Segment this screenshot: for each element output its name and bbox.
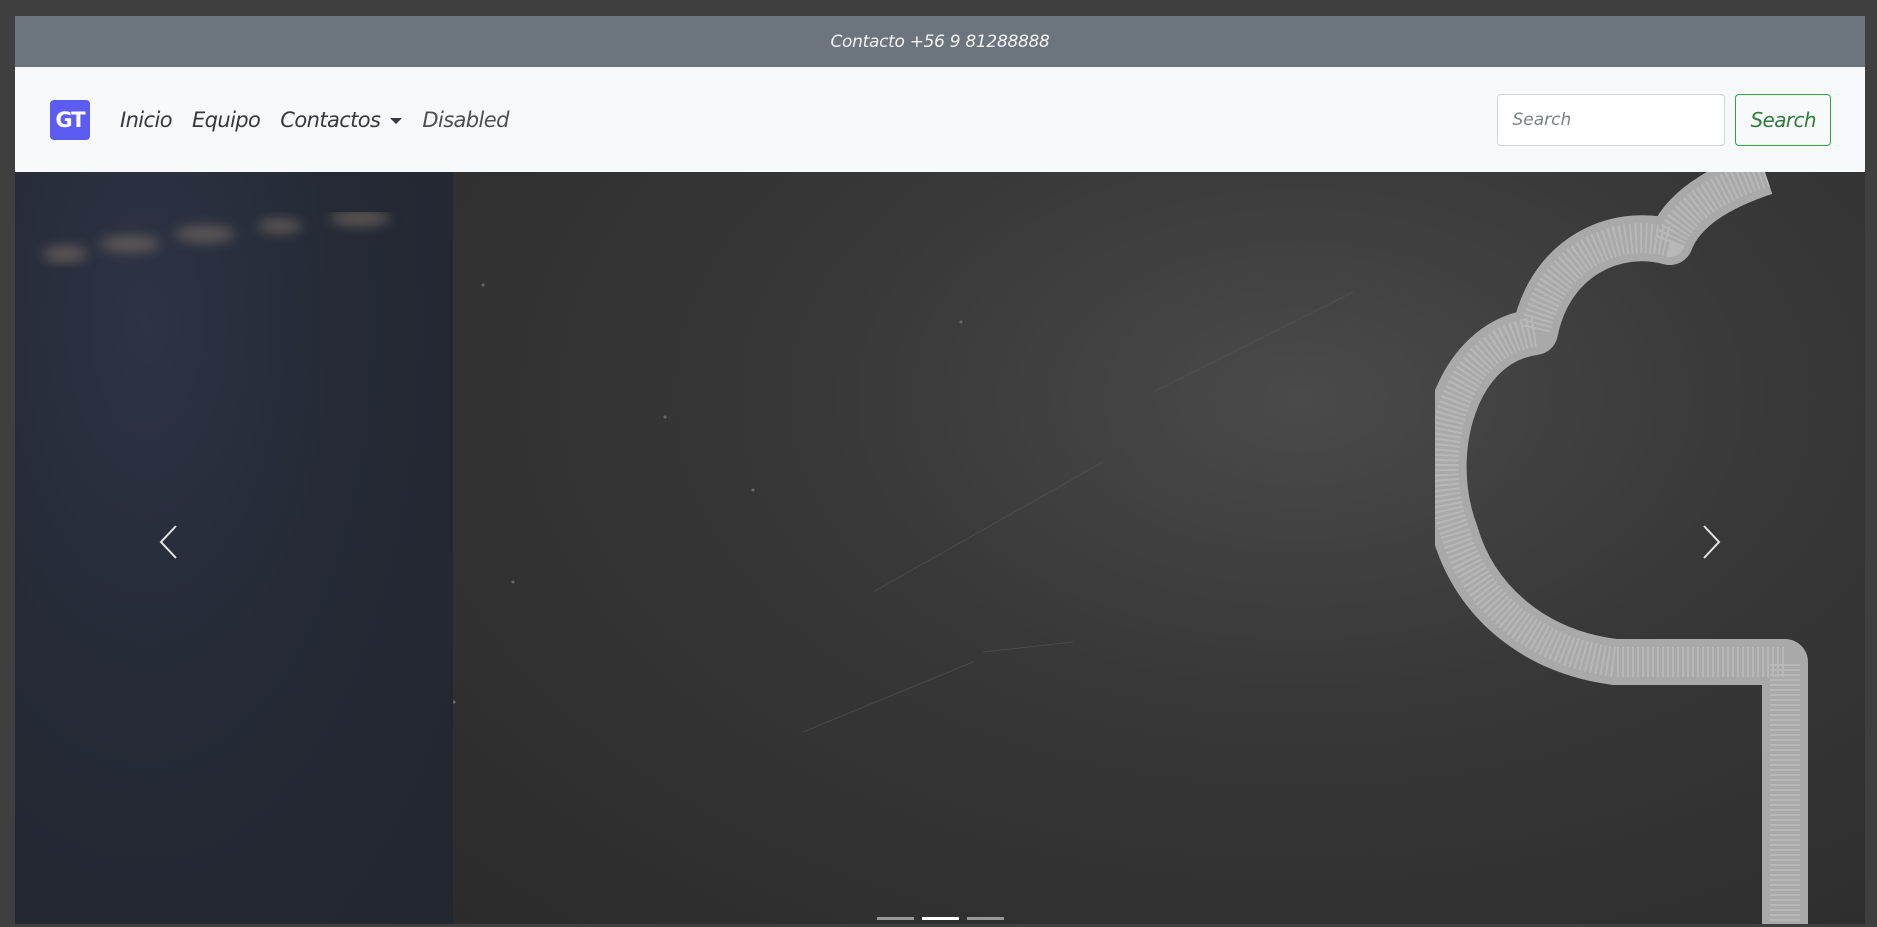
nav-link-equipo[interactable]: Equipo: [191, 107, 261, 132]
nav-link-inicio[interactable]: Inicio: [120, 107, 173, 132]
chevron-right-icon: [1703, 525, 1721, 559]
carousel-indicators: [15, 917, 1865, 920]
contact-bar: Contacto +56 9 81288888: [15, 16, 1865, 67]
browser-viewport: Contacto +56 9 81288888 GT Inicio Equipo…: [15, 16, 1865, 924]
nav-link-label: Equipo: [191, 107, 261, 132]
contact-text: Contacto +56 9 81288888: [830, 31, 1050, 52]
nav-dropdown-contactos[interactable]: Contactos: [280, 107, 403, 132]
search-button[interactable]: Search: [1735, 93, 1831, 146]
light-streak-graphic: [43, 212, 390, 262]
active-slide-image: [453, 172, 1865, 924]
previous-slide-image: [15, 172, 453, 924]
nav-link-disabled: Disabled: [422, 107, 509, 132]
chevron-left-icon: [159, 525, 177, 559]
carousel-prev-button[interactable]: [139, 502, 199, 582]
carousel-indicator[interactable]: [876, 917, 914, 920]
search-input[interactable]: [1497, 93, 1726, 146]
image-carousel: [15, 172, 1865, 924]
nav-link-label: Inicio: [120, 107, 173, 132]
nav-links: Inicio Equipo Contactos Disabled: [120, 108, 529, 132]
caret-down-icon: [390, 117, 403, 124]
nav-link-label: Disabled: [422, 107, 509, 132]
brand-logo[interactable]: GT: [50, 99, 90, 140]
navbar: GT Inicio Equipo Contactos Disabled Sear…: [15, 67, 1865, 172]
search-button-label: Search: [1750, 107, 1816, 132]
carousel-indicator[interactable]: [966, 917, 1004, 920]
brand-logo-text: GT: [55, 107, 85, 132]
carousel-indicator-active[interactable]: [921, 917, 959, 920]
cloud-icon: [1435, 172, 1808, 924]
carousel-next-button[interactable]: [1681, 502, 1741, 582]
nav-link-label: Contactos: [280, 107, 381, 132]
